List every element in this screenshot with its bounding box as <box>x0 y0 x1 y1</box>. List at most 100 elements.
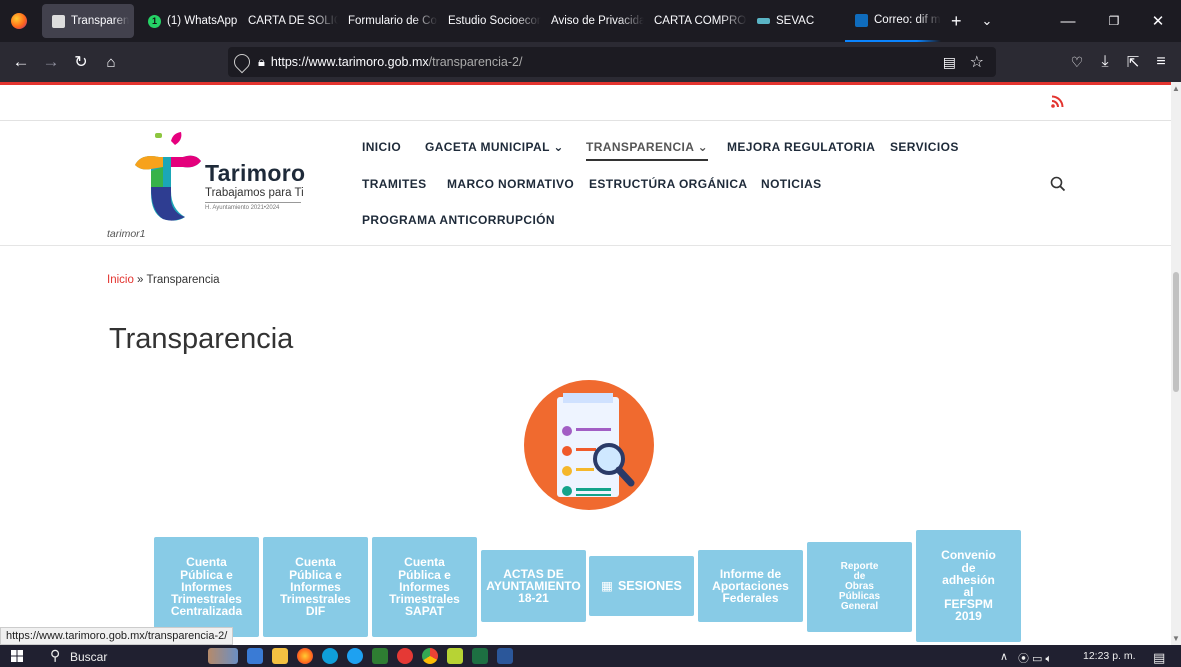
back-arrow-icon[interactable]: ← <box>6 47 36 77</box>
hamburger-menu-icon[interactable]: ≡ <box>1146 47 1176 77</box>
tile-text-line: SAPAT <box>405 604 444 619</box>
tab-label: Correo: dif mu <box>874 14 941 26</box>
menu-marco-normativo[interactable]: MARCO NORMATIVO <box>447 177 574 191</box>
transparency-document-search-icon <box>524 380 654 510</box>
home-icon[interactable]: ⌂ <box>96 47 126 77</box>
bookmark-star-icon[interactable]: ☆ <box>970 52 984 72</box>
tile-text-line: DIF <box>305 604 326 619</box>
extensions-icon[interactable]: ⇱ <box>1118 47 1148 77</box>
tile-label: Cuenta Pública e Informes Trimestrales D… <box>280 556 351 617</box>
rss-icon[interactable] <box>1051 95 1065 109</box>
notification-icon[interactable]: ▤ <box>1153 650 1165 666</box>
whatsapp-icon: 1 <box>148 14 161 28</box>
tab-whatsapp[interactable]: 1 (1) WhatsApp <box>138 0 238 42</box>
tab-label: CARTA COMPROM <box>654 15 747 27</box>
tile-text-line: General <box>840 601 879 613</box>
tab-label: (1) WhatsApp <box>167 15 238 27</box>
tile-sesiones[interactable]: ▦ SESIONES <box>589 556 694 616</box>
site-name[interactable]: tarimor1 <box>107 228 146 240</box>
file-explorer-icon[interactable] <box>272 648 288 664</box>
logo-title[interactable]: Tarimoro <box>205 160 305 187</box>
calendar-icon: ▦ <box>601 578 613 593</box>
browser-tab-bar: Transparen ✕ 1 (1) WhatsApp CARTA DE SOL… <box>0 0 1181 42</box>
taskbar-search-icon[interactable]: ⚲ <box>50 647 60 664</box>
logo-divider <box>205 202 301 203</box>
menu-inicio[interactable]: INICIO <box>362 140 401 154</box>
tile-text-line: de <box>961 560 976 575</box>
tile-cuenta-publica-sapat[interactable]: Cuenta Pública e Informes Trimestrales S… <box>372 537 477 637</box>
restore-button[interactable]: ❐ <box>1091 0 1137 42</box>
shield-icon[interactable] <box>230 50 254 74</box>
tray-chevron-icon[interactable]: ∧ <box>1000 650 1008 663</box>
menu-servicios[interactable]: SERVICIOS <box>890 140 959 154</box>
logo-subtitle: Trabajamos para Ti <box>205 187 304 199</box>
tab-transparencia[interactable]: Transparen ✕ <box>42 4 134 38</box>
download-icon[interactable]: ⤓ <box>1090 47 1120 77</box>
tile-label: Convenio de adhesión al FEFSPM 2019 <box>941 549 996 623</box>
task-view-icon[interactable] <box>247 648 263 664</box>
app-green-icon[interactable] <box>372 648 388 664</box>
app-lime-icon[interactable] <box>447 648 463 664</box>
forward-arrow-icon[interactable]: → <box>36 47 66 77</box>
tile-actas-ayuntamiento[interactable]: ACTAS DE AYUNTAMIENTO 18-21 <box>481 550 586 622</box>
reader-view-icon[interactable]: ▤ <box>943 54 956 71</box>
list-tabs-chevron-icon[interactable]: ⌄ <box>972 0 1003 42</box>
news-widget-icon[interactable] <box>208 648 238 664</box>
taskbar-search-label[interactable]: Buscar <box>70 650 107 664</box>
tab-correo[interactable]: Correo: dif mu <box>845 0 941 42</box>
tile-text-line: Centralizada <box>170 604 243 619</box>
pocket-icon[interactable]: ♡ <box>1062 47 1092 77</box>
chrome-blue-icon[interactable] <box>347 648 363 664</box>
menu-mejora-regulatoria[interactable]: MEJORA REGULATORIA <box>727 140 875 154</box>
tab-formulario[interactable]: Formulario de Co <box>338 0 438 42</box>
tab-carta-compromiso[interactable]: CARTA COMPROM <box>644 0 747 42</box>
breadcrumb-home-link[interactable]: Inicio <box>107 274 134 286</box>
url-text[interactable]: https://www.tarimoro.gob.mx/transparenci… <box>271 55 523 69</box>
word-icon[interactable] <box>497 648 513 664</box>
outlook-icon <box>855 13 868 27</box>
lock-icon[interactable]: 🔒︎ <box>258 54 265 70</box>
tile-cuenta-publica-centralizada[interactable]: Cuenta Pública e Informes Trimestrales C… <box>154 537 259 637</box>
scroll-up-icon[interactable]: ▲ <box>1171 84 1181 93</box>
firefox-taskbar-icon[interactable] <box>297 648 313 664</box>
tarimoro-logo-icon[interactable] <box>133 131 203 226</box>
app-red-icon[interactable] <box>397 648 413 664</box>
reload-icon[interactable]: ↻ <box>66 47 96 77</box>
windows-start-icon[interactable] <box>11 650 23 662</box>
minimize-button[interactable]: — <box>1045 0 1091 42</box>
tab-aviso[interactable]: Aviso de Privacida <box>541 0 644 42</box>
tile-cuenta-publica-dif[interactable]: Cuenta Pública e Informes Trimestrales D… <box>263 537 368 637</box>
close-window-button[interactable]: ✕ <box>1135 0 1181 42</box>
tile-label: Informe de Aportaciones Federales <box>712 567 789 606</box>
menu-estructura-organica[interactable]: ESTRUCTÚRA ORGÁNICA <box>589 177 748 191</box>
firefox-menu-icon[interactable] <box>0 0 38 42</box>
tab-carta-solicitud[interactable]: CARTA DE SOLICIT <box>238 0 338 42</box>
tile-label: Reporte de Obras Públicas General <box>839 561 880 613</box>
tab-sevac[interactable]: SEVAC <box>747 0 845 42</box>
edge-icon[interactable] <box>322 648 338 664</box>
menu-noticias[interactable]: NOTICIAS <box>761 177 822 191</box>
scrollbar-thumb[interactable] <box>1173 272 1179 392</box>
excel-icon[interactable] <box>472 648 488 664</box>
taskbar-clock[interactable]: 12:23 p. m. <box>1083 650 1136 662</box>
new-tab-button[interactable]: + <box>941 0 972 42</box>
menu-transparencia[interactable]: TRANSPARENCIA ⌄ <box>586 140 709 161</box>
tray-app-icons[interactable]: ⦿ ▭ 🔈︎ <box>1018 650 1052 666</box>
menu-programa-anticorrupcion[interactable]: PROGRAMA ANTICORRUPCIÓN <box>362 213 555 227</box>
url-path: /transparencia-2/ <box>428 55 523 69</box>
chrome-icon[interactable] <box>422 648 438 664</box>
tile-informe-aportaciones[interactable]: Informe de Aportaciones Federales <box>698 550 803 622</box>
tile-label: Cuenta Pública e Informes Trimestrales S… <box>389 556 460 617</box>
tile-text-line: Federales <box>722 591 779 606</box>
tile-reporte-obras-publicas[interactable]: Reporte de Obras Públicas General <box>807 542 912 632</box>
scroll-down-icon[interactable]: ▼ <box>1171 634 1181 643</box>
search-icon[interactable] <box>1050 176 1066 192</box>
tile-label: Cuenta Pública e Informes Trimestrales C… <box>171 556 242 617</box>
tab-label: Estudio Socioecon <box>448 15 541 27</box>
url-bar[interactable]: 🔒︎ https://www.tarimoro.gob.mx/transpare… <box>228 47 996 77</box>
menu-tramites[interactable]: TRAMITES <box>362 177 427 191</box>
tile-convenio-fefspm[interactable]: Convenio de adhesión al FEFSPM 2019 <box>916 530 1021 642</box>
page-scrollbar[interactable]: ▲ ▼ <box>1171 82 1181 645</box>
menu-gaceta-municipal[interactable]: GACETA MUNICIPAL ⌄ <box>425 140 564 154</box>
tab-estudio[interactable]: Estudio Socioecon <box>438 0 541 42</box>
